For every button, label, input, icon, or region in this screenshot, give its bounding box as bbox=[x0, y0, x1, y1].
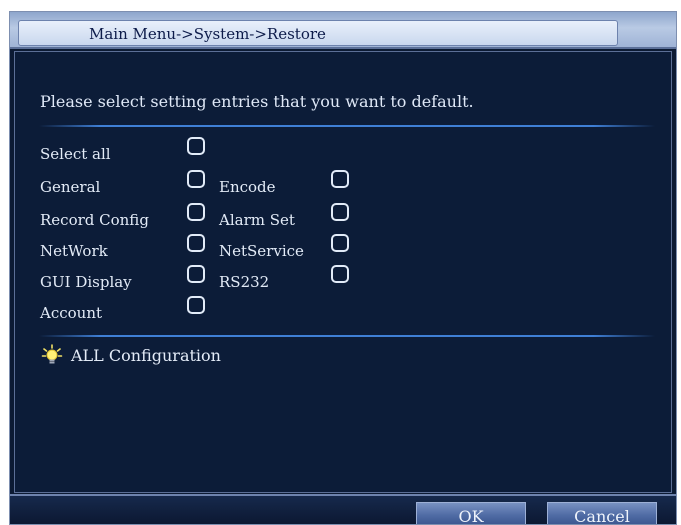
cancel-button[interactable]: Cancel bbox=[547, 502, 657, 524]
window-title: Main Menu->System->Restore bbox=[89, 25, 326, 43]
bottom-divider bbox=[39, 335, 655, 337]
content-panel: Please select setting entries that you w… bbox=[14, 51, 672, 493]
title-bar: Main Menu->System->Restore bbox=[10, 12, 676, 49]
encode-checkbox[interactable] bbox=[331, 170, 349, 188]
gui-display-checkbox[interactable] bbox=[187, 265, 205, 283]
netservice-label: NetService bbox=[219, 242, 304, 260]
account-checkbox[interactable] bbox=[187, 296, 205, 314]
top-divider bbox=[39, 125, 655, 127]
general-label: General bbox=[40, 178, 101, 196]
button-bar: OK Cancel bbox=[10, 494, 676, 524]
general-checkbox[interactable] bbox=[187, 170, 205, 188]
select-all-checkbox[interactable] bbox=[187, 137, 205, 155]
rs232-label: RS232 bbox=[219, 273, 270, 291]
restore-dialog: Main Menu->System->Restore Please select… bbox=[9, 11, 677, 525]
network-checkbox[interactable] bbox=[187, 234, 205, 252]
record-config-checkbox[interactable] bbox=[187, 203, 205, 221]
select-all-label: Select all bbox=[40, 145, 111, 163]
instruction-text: Please select setting entries that you w… bbox=[40, 92, 474, 111]
encode-label: Encode bbox=[219, 178, 276, 196]
record-config-label: Record Config bbox=[40, 211, 149, 229]
title-panel: Main Menu->System->Restore bbox=[18, 20, 618, 46]
network-label: NetWork bbox=[40, 242, 108, 260]
gui-display-label: GUI Display bbox=[40, 273, 132, 291]
account-label: Account bbox=[40, 304, 103, 322]
tip-text: ALL Configuration bbox=[71, 346, 221, 365]
alarm-set-checkbox[interactable] bbox=[331, 203, 349, 221]
alarm-set-label: Alarm Set bbox=[219, 211, 295, 229]
lightbulb-icon bbox=[41, 344, 63, 366]
netservice-checkbox[interactable] bbox=[331, 234, 349, 252]
ok-button[interactable]: OK bbox=[416, 502, 526, 524]
rs232-checkbox[interactable] bbox=[331, 265, 349, 283]
